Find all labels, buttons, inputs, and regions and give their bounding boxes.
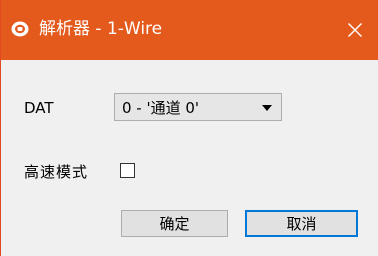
ok-button-label: 确定: [159, 215, 190, 233]
ok-button[interactable]: 确定: [121, 210, 228, 237]
dat-select-value: 0 - '通道 0': [122, 99, 200, 117]
close-icon: [348, 23, 362, 37]
high-speed-checkbox[interactable]: [120, 163, 135, 178]
analyzer-dialog: 解析器 - 1-Wire DAT 0 - '通道 0' 高速模式 确定 取消: [0, 0, 378, 256]
close-button[interactable]: [332, 14, 378, 46]
high-speed-label: 高速模式: [24, 163, 89, 181]
window-title: 解析器 - 1-Wire: [39, 19, 163, 39]
saleae-logo-icon: [11, 21, 29, 37]
cancel-button-label: 取消: [286, 215, 317, 233]
dat-channel-select[interactable]: 0 - '通道 0': [114, 93, 282, 121]
title-bar[interactable]: 解析器 - 1-Wire: [1, 0, 378, 60]
cancel-button[interactable]: 取消: [245, 210, 358, 237]
chevron-down-icon: [262, 105, 272, 111]
dialog-body: DAT 0 - '通道 0' 高速模式 确定 取消: [1, 60, 378, 256]
dat-label: DAT: [24, 99, 54, 117]
